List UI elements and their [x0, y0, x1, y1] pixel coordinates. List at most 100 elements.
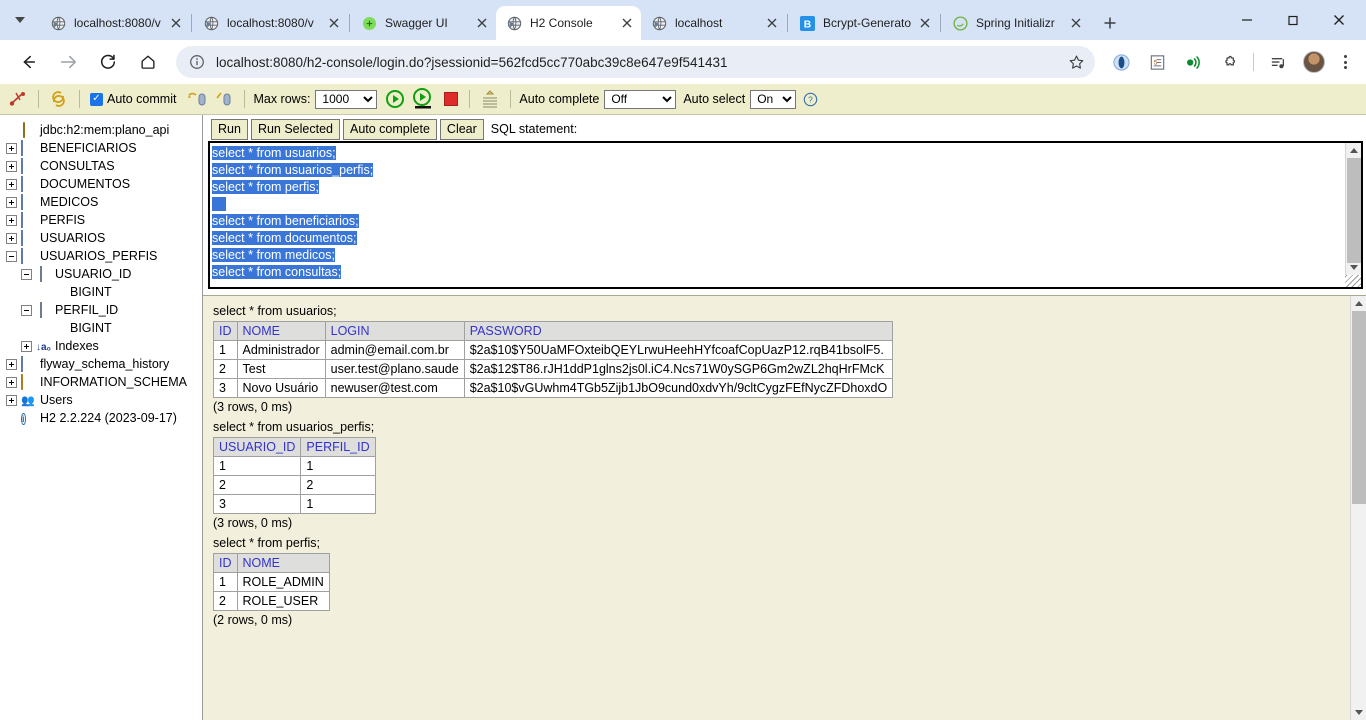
collapse-minus-icon[interactable]: [6, 250, 17, 262]
expand-plus-icon[interactable]: [6, 160, 17, 172]
browser-tab[interactable]: Swagger UI: [351, 6, 496, 40]
expand-plus-icon[interactable]: [6, 142, 17, 154]
column-header[interactable]: ID: [213, 553, 238, 573]
run-selected-sql-button[interactable]: Run Selected: [250, 118, 340, 140]
opera-extension-icon[interactable]: [1106, 47, 1136, 77]
auto-commit-checkbox[interactable]: ✓ Auto commit: [90, 92, 176, 106]
rollback-button[interactable]: [214, 90, 234, 108]
back-button[interactable]: [12, 46, 44, 78]
collapse-minus-icon[interactable]: [21, 268, 32, 280]
browser-tab[interactable]: Spring Initializr: [942, 6, 1090, 40]
auto-select-select[interactable]: OnOff: [750, 89, 797, 109]
sql-textarea[interactable]: select * from usuarios; select * from usu…: [210, 143, 1361, 283]
tab-search-button[interactable]: [0, 0, 40, 40]
max-rows-select[interactable]: 102050100100010000: [315, 89, 378, 109]
browser-tab[interactable]: localhost:8080/v: [193, 6, 348, 40]
expand-plus-icon[interactable]: [6, 376, 17, 388]
stop-button[interactable]: [443, 91, 459, 107]
scroll-down-icon[interactable]: [1351, 705, 1366, 720]
tree-node[interactable]: ↓a₀ Indexes: [6, 337, 202, 355]
tab-close-button[interactable]: [915, 13, 935, 33]
tree-node[interactable]: BIGINT: [6, 319, 202, 337]
run-sql-button[interactable]: Run: [211, 118, 248, 140]
tree-node[interactable]: DOCUMENTOS: [6, 175, 202, 193]
run-button[interactable]: [385, 89, 405, 109]
commit-button[interactable]: [186, 90, 208, 108]
scroll-up-icon[interactable]: [1351, 296, 1366, 311]
expand-plus-icon[interactable]: [6, 358, 17, 370]
column-header[interactable]: PERFIL_ID: [300, 437, 376, 457]
kebab-menu-icon[interactable]: [1332, 47, 1358, 77]
browser-tab[interactable]: B Bcrypt-Generato: [789, 6, 939, 40]
minimize-button[interactable]: [1224, 0, 1270, 40]
star-icon[interactable]: [1067, 53, 1085, 71]
help-button[interactable]: ?: [803, 92, 818, 107]
expand-plus-icon[interactable]: [6, 232, 17, 244]
auto-complete-button[interactable]: Auto complete: [343, 118, 437, 140]
info-circle-icon[interactable]: [188, 53, 206, 71]
clear-sql-button[interactable]: [480, 89, 500, 109]
tab-close-button[interactable]: [166, 13, 186, 33]
refresh-button[interactable]: [49, 90, 69, 108]
results-vertical-scrollbar[interactable]: [1350, 296, 1366, 720]
avatar[interactable]: [1299, 47, 1329, 77]
tab-close-button[interactable]: [1066, 13, 1086, 33]
clear-button[interactable]: Clear: [439, 118, 484, 140]
reload-button[interactable]: [92, 46, 124, 78]
expand-plus-icon[interactable]: [21, 340, 32, 352]
sql-vertical-scrollbar[interactable]: [1345, 143, 1361, 287]
tree-node[interactable]: PERFIL_ID: [6, 301, 202, 319]
tree-node[interactable]: 👥 Users: [6, 391, 202, 409]
tree-node[interactable]: BIGINT: [6, 283, 202, 301]
column-header[interactable]: USUARIO_ID: [212, 437, 302, 457]
address-bar-url[interactable]: localhost:8080/h2-console/login.do?jsess…: [216, 55, 1067, 70]
tab-close-button[interactable]: [472, 13, 492, 33]
disconnect-button[interactable]: [8, 90, 28, 108]
browser-tab[interactable]: H2 Console: [496, 6, 641, 40]
tree-node[interactable]: USUARIOS: [6, 229, 202, 247]
tab-close-button[interactable]: [324, 13, 344, 33]
column-header[interactable]: NOME: [236, 321, 326, 341]
scroll-up-icon[interactable]: [1346, 143, 1361, 158]
expand-plus-icon[interactable]: [6, 196, 17, 208]
tree-node[interactable]: USUARIOS_PERFIS: [6, 247, 202, 265]
database-tree[interactable]: jdbc:h2:mem:plano_api BENEFICIARIOS CONSUL…: [0, 115, 203, 720]
media-playlist-icon[interactable]: [1263, 47, 1293, 77]
tree-node[interactable]: PERFIS: [6, 211, 202, 229]
resize-grip[interactable]: [1345, 275, 1361, 287]
tab-close-button[interactable]: [762, 13, 782, 33]
puzzle-extensions-icon[interactable]: [1214, 47, 1244, 77]
tree-node[interactable]: USUARIO_ID: [6, 265, 202, 283]
column-header[interactable]: NOME: [236, 553, 330, 573]
tree-node[interactable]: INFORMATION_SCHEMA: [6, 373, 202, 391]
tree-node[interactable]: BENEFICIARIOS: [6, 139, 202, 157]
tree-node[interactable]: flyway_schema_history: [6, 355, 202, 373]
browser-tab[interactable]: localhost: [641, 6, 786, 40]
browser-tab[interactable]: localhost:8080/v: [40, 6, 190, 40]
column-header[interactable]: LOGIN: [324, 321, 465, 341]
tree-node[interactable]: CONSULTAS: [6, 157, 202, 175]
scroll-down-icon[interactable]: [1346, 260, 1361, 275]
sql-textarea-wrapper[interactable]: select * from usuarios; select * from usu…: [208, 141, 1363, 289]
close-window-button[interactable]: [1316, 0, 1362, 40]
column-header[interactable]: PASSWORD: [463, 321, 894, 341]
new-tab-button[interactable]: [1096, 9, 1124, 37]
home-button[interactable]: [132, 46, 164, 78]
maximize-button[interactable]: [1270, 0, 1316, 40]
forward-button[interactable]: [52, 46, 84, 78]
expand-plus-icon[interactable]: [6, 214, 17, 226]
scrollbar-thumb[interactable]: [1352, 311, 1366, 504]
address-bar[interactable]: localhost:8080/h2-console/login.do?jsess…: [176, 46, 1095, 78]
expand-plus-icon[interactable]: [6, 394, 17, 406]
tab-close-button[interactable]: [617, 13, 637, 33]
auto-complete-select[interactable]: OffNormalFull: [604, 89, 677, 109]
run-selected-button[interactable]: [412, 88, 434, 110]
tree-node[interactable]: MEDICOS: [6, 193, 202, 211]
tree-node[interactable]: i H2 2.2.224 (2023-09-17): [6, 409, 202, 427]
expand-plus-icon[interactable]: [6, 178, 17, 190]
broadcast-icon[interactable]: [1178, 47, 1208, 77]
tree-node[interactable]: jdbc:h2:mem:plano_api: [6, 121, 202, 139]
column-header[interactable]: ID: [213, 321, 238, 341]
document-reader-icon[interactable]: 5: [1142, 47, 1172, 77]
scrollbar-thumb[interactable]: [1347, 158, 1361, 263]
